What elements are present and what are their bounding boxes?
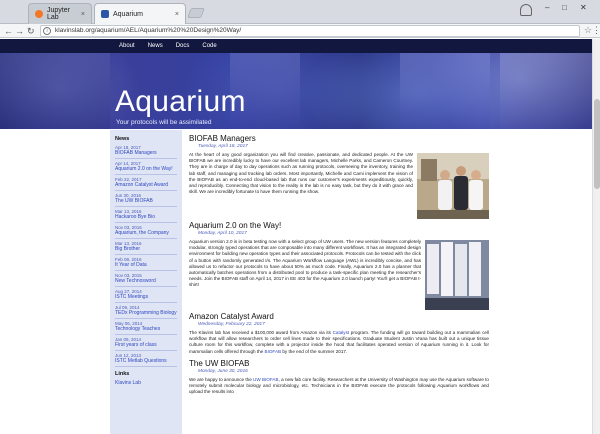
lab-managers-photo — [417, 153, 489, 219]
close-tab-icon[interactable]: × — [81, 11, 85, 18]
nav-code[interactable]: Code — [202, 43, 216, 49]
news-item-link[interactable]: ISTC Meetings — [115, 294, 182, 300]
news-item-divider — [115, 238, 177, 239]
sidebar-links-heading: Links — [115, 371, 130, 377]
site-info-icon[interactable]: i — [43, 27, 51, 35]
tab-label: Aquarium — [113, 10, 143, 18]
news-item-link[interactable]: BIOFAB Managers — [115, 150, 182, 156]
jupyter-favicon-icon — [35, 10, 43, 18]
browser-menu-icon[interactable]: ⋮ — [592, 25, 600, 36]
address-bar[interactable]: klavinslab.org/aquarium/AEL/Aquarium%20%… — [40, 25, 580, 37]
news-item-divider — [115, 158, 177, 159]
post-title[interactable]: Amazon Catalyst Award — [189, 312, 489, 321]
forward-icon[interactable]: → — [15, 25, 24, 37]
post-title[interactable]: Aquarium 2.0 on the Way! — [189, 221, 489, 230]
news-list: Apr 18, 2017 BIOFAB Managers Apr 14, 2017 A… — [115, 145, 182, 367]
maximize-icon[interactable]: □ — [562, 3, 567, 12]
site-header-banner: About News Docs Code Aquarium Your proto… — [0, 39, 600, 129]
reload-icon[interactable]: ↻ — [27, 25, 35, 37]
post-body: The Klavins lab has received a $100,000 … — [189, 330, 489, 355]
post-title[interactable]: The UW BIOFAB — [189, 359, 489, 368]
news-item-link[interactable]: Big Brother — [115, 246, 182, 252]
biofab-link[interactable]: BIOFAB — [265, 349, 282, 354]
post-body: We are happy to announce the UW BIOFAB, … — [189, 377, 489, 396]
browser-tab-strip: Jupyter Lab × Aquarium × – □ ✕ — [0, 0, 600, 24]
post-title[interactable]: BIOFAB Managers — [189, 134, 489, 143]
scrollbar-thumb[interactable] — [594, 99, 600, 189]
news-item-link[interactable]: It Year of Data — [115, 262, 182, 268]
news-item-divider — [115, 318, 177, 319]
news-item-link[interactable]: Amazon Catalyst Award — [115, 182, 182, 188]
news-item-divider — [115, 190, 177, 191]
new-tab-button[interactable] — [187, 8, 205, 18]
site-tagline: Your protocols will be assimilated — [116, 119, 212, 126]
post-body-text: The Klavins lab has received a $100,000 … — [189, 330, 333, 335]
post-body-text: At the heart of any good organization yo… — [189, 152, 413, 195]
browser-toolbar: ← → ↻ klavinslab.org/aquarium/AEL/Aquari… — [0, 24, 600, 38]
url-text: klavinslab.org/aquarium/AEL/Aquarium%20%… — [55, 27, 242, 34]
aquarium-favicon-icon — [101, 10, 109, 18]
back-icon[interactable]: ← — [4, 25, 13, 37]
sidebar-link-klavins-lab[interactable]: Klavins Lab — [115, 380, 182, 386]
news-item-divider — [115, 366, 177, 367]
site-nav: About News Docs Code — [0, 39, 600, 53]
tab-aquarium[interactable]: Aquarium × — [94, 3, 186, 24]
user-profile-icon[interactable] — [520, 4, 532, 16]
news-item-link[interactable]: Technology Teaches — [115, 326, 182, 332]
site-title: Aquarium — [115, 85, 246, 118]
news-item-divider — [115, 174, 177, 175]
minimize-icon[interactable]: – — [545, 3, 549, 12]
news-item-link[interactable]: First years of class — [115, 342, 182, 348]
catalyst-link[interactable]: Catalyst — [333, 330, 350, 335]
news-item-link[interactable]: Hackaroo Bye Bio — [115, 214, 182, 220]
post-body-text: by the end of the summer 2017. — [281, 348, 348, 354]
news-item-divider — [115, 350, 177, 351]
news-item-link[interactable]: Aquarium 2.0 on the Way! — [115, 166, 182, 172]
nav-about[interactable]: About — [119, 43, 135, 49]
page-scrollbar[interactable] — [592, 39, 600, 434]
window-close-icon[interactable]: ✕ — [580, 3, 587, 12]
bookmark-star-icon[interactable]: ☆ — [584, 25, 592, 36]
news-item-divider — [115, 206, 177, 207]
news-item-link[interactable]: The UW BIOFAB — [115, 198, 182, 204]
news-item-divider — [115, 270, 177, 271]
tab-jupyter-lab[interactable]: Jupyter Lab × — [28, 3, 92, 24]
lab-coats-photo — [425, 240, 489, 310]
news-item-divider — [115, 254, 177, 255]
post-body: At the heart of any good organization yo… — [189, 152, 489, 219]
news-item-link[interactable]: New Technosword — [115, 278, 182, 284]
news-item-divider — [115, 222, 177, 223]
web-page: About News Docs Code Aquarium Your proto… — [0, 39, 600, 434]
news-item-link[interactable]: ISTC Metlab Questions — [115, 358, 182, 364]
news-item-link[interactable]: TEDx Programming Biology — [115, 310, 182, 316]
news-item-divider — [115, 334, 177, 335]
nav-docs[interactable]: Docs — [176, 43, 190, 49]
news-item-divider — [115, 302, 177, 303]
post-date: Wednesday, February 22, 2017 — [198, 322, 265, 327]
post-body-text: Aquarium version 2.0 is in beta testing … — [189, 239, 421, 288]
close-tab-icon[interactable]: × — [175, 11, 179, 18]
post-body: Aquarium version 2.0 is in beta testing … — [189, 239, 489, 310]
news-item-divider — [115, 286, 177, 287]
post-date: Monday, April 10, 2017 — [198, 231, 247, 236]
sidebar: News Apr 18, 2017 BIOFAB Managers Apr 14, … — [110, 130, 182, 434]
sidebar-news-heading: News — [115, 136, 130, 142]
post-body-text: We are happy to announce the — [189, 376, 254, 382]
tab-label: Jupyter Lab — [47, 7, 70, 21]
uw-biofab-link[interactable]: UW BIOFAB — [253, 377, 279, 382]
nav-news[interactable]: News — [148, 43, 163, 49]
news-item-link[interactable]: Aquarium, the Company — [115, 230, 182, 236]
post-date: Tuesday, April 18, 2017 — [198, 144, 248, 149]
post-date: Monday, June 30, 2016 — [198, 368, 248, 374]
main-content: BIOFAB Managers Tuesday, April 18, 2017 … — [189, 130, 489, 434]
